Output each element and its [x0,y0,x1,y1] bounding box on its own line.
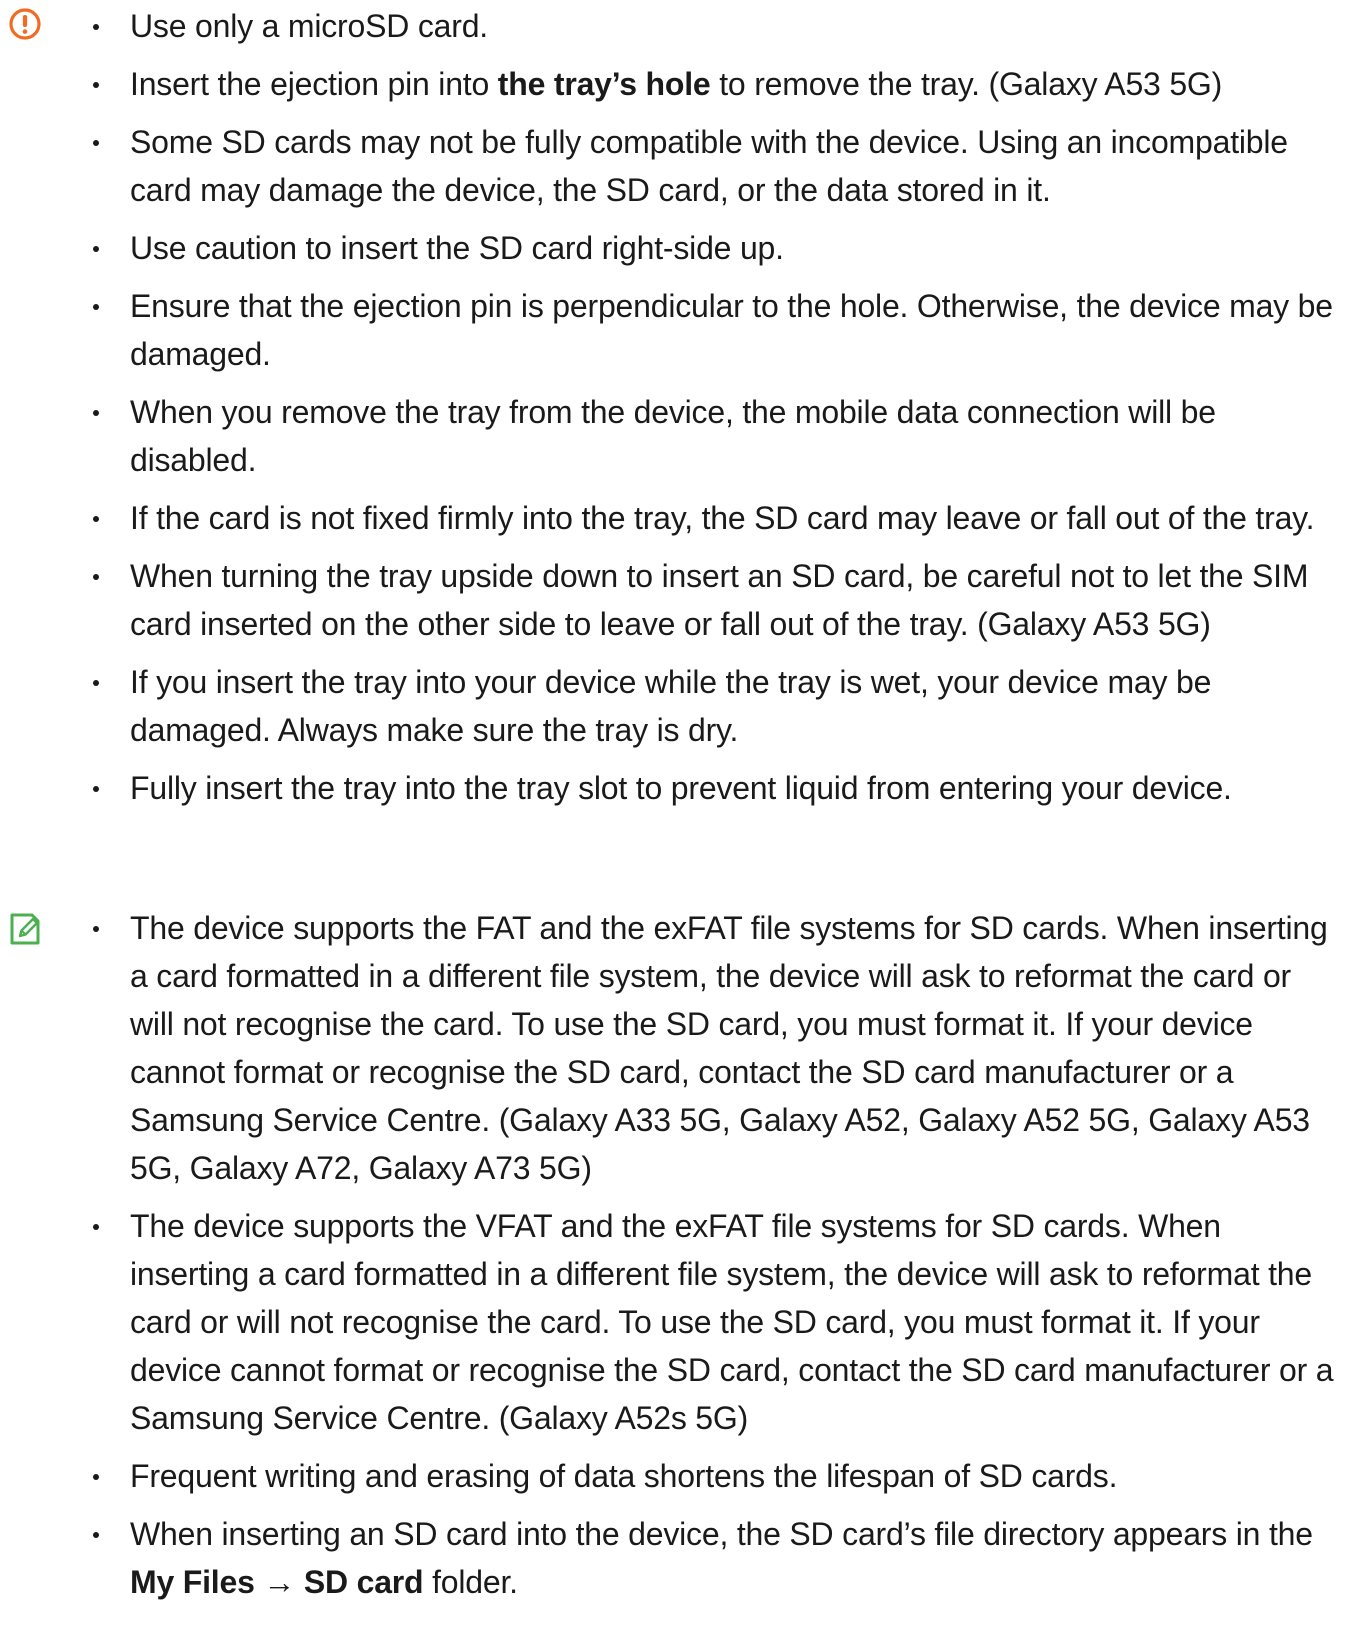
list-item: The device supports the FAT and the exFA… [0,904,1367,1192]
note-list: The device supports the FAT and the exFA… [0,904,1367,1606]
text-segment: Fully insert the tray into the tray slot… [130,770,1232,806]
text-segment: Frequent writing and erasing of data sho… [130,1458,1118,1494]
list-item: Use caution to insert the SD card right-… [0,224,1367,272]
text-segment: If the card is not fixed firmly into the… [130,500,1315,536]
list-item: When turning the tray upside down to ins… [0,552,1367,648]
bold-text: My Files [130,1564,255,1600]
text-segment: to remove the tray. (Galaxy A53 5G) [710,66,1223,102]
text-segment: When you remove the tray from the device… [130,394,1216,478]
note-section: The device supports the FAT and the exFA… [0,904,1367,1616]
text-segment: → [254,1564,304,1600]
caution-list: Use only a microSD card. Insert the eject… [0,2,1367,812]
list-item: Fully insert the tray into the tray slot… [0,764,1367,812]
list-item: The device supports the VFAT and the exF… [0,1202,1367,1442]
list-item: When you remove the tray from the device… [0,388,1367,484]
text-segment: When turning the tray upside down to ins… [130,558,1309,642]
text-segment: The device supports the FAT and the exFA… [130,910,1328,1186]
text-segment: Ensure that the ejection pin is perpendi… [130,288,1333,372]
list-item: Frequent writing and erasing of data sho… [0,1452,1367,1500]
list-item: Ensure that the ejection pin is perpendi… [0,282,1367,378]
list-item: Use only a microSD card. [0,2,1367,50]
text-segment: The device supports the VFAT and the exF… [130,1208,1334,1436]
list-item: If the card is not fixed firmly into the… [0,494,1367,542]
list-item: Insert the ejection pin into the tray’s … [0,60,1367,108]
text-segment: Insert the ejection pin into [130,66,498,102]
caution-section: Use only a microSD card. Insert the eject… [0,2,1367,822]
text-segment: Use caution to insert the SD card right-… [130,230,784,266]
text-segment: When inserting an SD card into the devic… [130,1516,1313,1552]
text-segment: Some SD cards may not be fully compatibl… [130,124,1288,208]
list-item: Some SD cards may not be fully compatibl… [0,118,1367,214]
list-item: If you insert the tray into your device … [0,658,1367,754]
text-segment: folder. [423,1564,518,1600]
text-segment: If you insert the tray into your device … [130,664,1212,748]
text-segment: Use only a microSD card. [130,8,488,44]
bold-text: the tray’s hole [497,66,711,102]
bold-text: SD card [303,1564,424,1600]
list-item: When inserting an SD card into the devic… [0,1510,1367,1606]
